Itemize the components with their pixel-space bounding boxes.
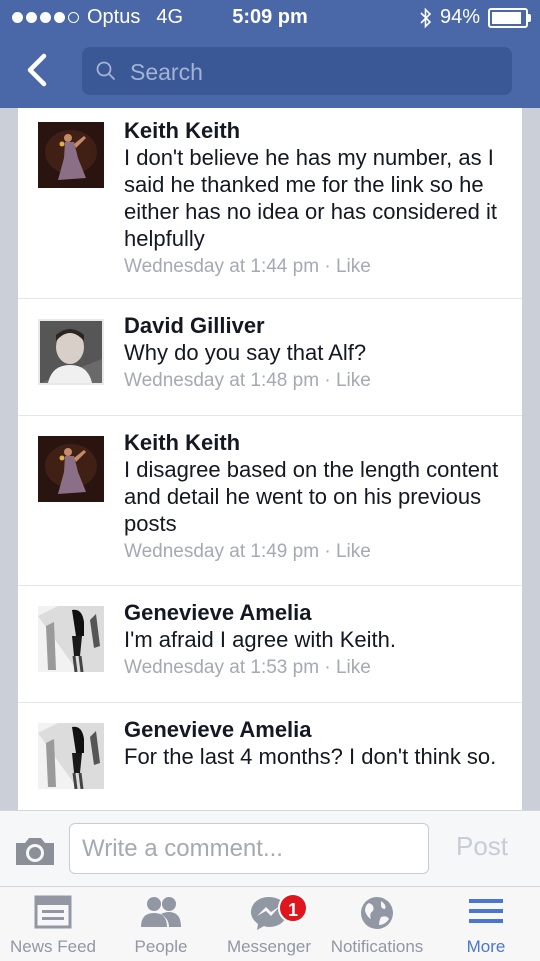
like-link[interactable]: Like [336, 541, 371, 562]
comment-text: I disagree based on the length content a… [124, 457, 499, 536]
comment-composer: Post [0, 810, 540, 887]
avatar-keith-keith[interactable] [38, 122, 104, 188]
camera-icon[interactable] [14, 835, 56, 867]
tab-label: News Feed [10, 937, 96, 956]
back-arrow-icon[interactable] [22, 52, 52, 88]
comment-text: For the last 4 months? I don't think so. [124, 744, 497, 769]
tab-more[interactable]: More [432, 887, 540, 961]
tab-label: More [466, 937, 506, 956]
battery-icon [488, 7, 531, 28]
comment-author[interactable]: Genevieve Amelia [124, 717, 508, 743]
comment-text: I don't believe he has my number, as I s… [124, 145, 498, 251]
comment-meta: Wednesday at 1:53 pm · Like [124, 657, 371, 678]
comment-meta: Wednesday at 1:44 pm · Like [124, 256, 371, 277]
comment-author[interactable]: Keith Keith [124, 430, 508, 456]
comment-author[interactable]: David Gilliver [124, 313, 508, 339]
avatar-david-gilliver[interactable] [38, 319, 104, 385]
comment-timestamp: Wednesday at 1:44 pm [124, 256, 320, 277]
like-link[interactable]: Like [336, 370, 371, 391]
search-input[interactable] [128, 47, 502, 97]
tab-label: People [134, 937, 188, 956]
comment-input[interactable] [69, 823, 429, 874]
comment-item: Keith Keith I don't believe he has my nu… [18, 108, 522, 299]
comment-item: Genevieve Amelia I'm afraid I agree with… [18, 586, 522, 703]
comment-item: Keith Keith I disagree based on the leng… [18, 416, 522, 586]
post-button[interactable]: Post [456, 831, 508, 862]
comment-timestamp: Wednesday at 1:53 pm [124, 657, 320, 678]
comment-author[interactable]: Genevieve Amelia [124, 600, 508, 626]
messenger-badge: 1 [278, 893, 308, 923]
tab-bar: News Feed People 1 Messenger Notificatio… [0, 886, 540, 961]
status-bar: Optus 4G 5:09 pm 94% [0, 0, 540, 34]
tab-people[interactable]: People [106, 887, 216, 961]
comment-meta: Wednesday at 1:49 pm · Like [124, 541, 371, 562]
comment-timestamp: Wednesday at 1:49 pm [124, 541, 320, 562]
comment-item: Genevieve Amelia For the last 4 months? … [18, 703, 522, 810]
search-icon [96, 61, 116, 81]
news-feed-icon [34, 895, 72, 929]
header-bar: Optus 4G 5:09 pm 94% [0, 0, 540, 108]
search-box[interactable] [82, 47, 512, 97]
comment-author[interactable]: Keith Keith [124, 118, 508, 144]
comment-list: Keith Keith I don't believe he has my nu… [18, 108, 522, 810]
bluetooth-icon [420, 7, 432, 28]
tab-news-feed[interactable]: News Feed [0, 887, 106, 961]
comment-text: Why do you say that Alf? [124, 340, 367, 365]
battery-percent: 94% [439, 6, 480, 28]
people-icon [141, 897, 181, 927]
comment-item: David Gilliver Why do you say that Alf? … [18, 299, 522, 416]
tab-label: Notifications [330, 937, 424, 956]
comment-timestamp: Wednesday at 1:48 pm [124, 370, 320, 391]
avatar-genevieve-amelia[interactable] [38, 606, 104, 672]
comment-meta: Wednesday at 1:48 pm · Like [124, 370, 371, 391]
avatar-genevieve-amelia[interactable] [38, 723, 104, 789]
like-link[interactable]: Like [336, 256, 371, 277]
tab-notifications[interactable]: Notifications [322, 887, 432, 961]
tab-label: Messenger [226, 937, 312, 956]
avatar-keith-keith[interactable] [38, 436, 104, 502]
like-link[interactable]: Like [336, 657, 371, 678]
globe-icon [361, 897, 393, 929]
tab-messenger[interactable]: 1 Messenger [216, 887, 322, 961]
comment-text: I'm afraid I agree with Keith. [124, 627, 396, 652]
menu-icon [469, 899, 503, 923]
